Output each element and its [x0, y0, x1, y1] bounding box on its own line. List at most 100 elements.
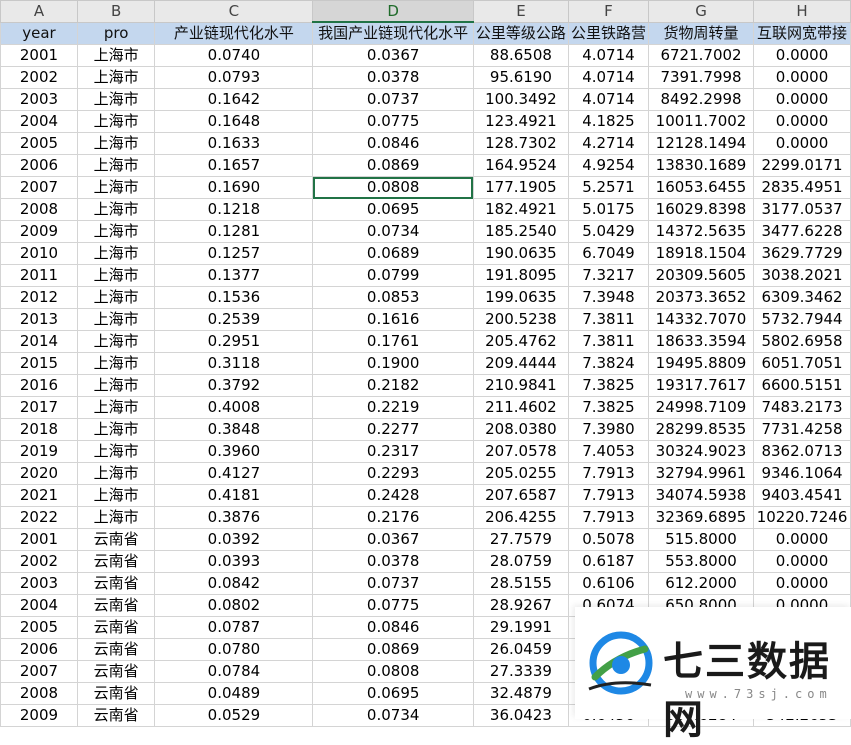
table-cell[interactable]: 2001 — [0, 528, 78, 551]
table-cell[interactable]: 0.2428 — [312, 484, 474, 507]
table-cell[interactable]: 2003 — [0, 88, 78, 111]
table-cell[interactable]: 0.0853 — [312, 286, 474, 309]
table-cell[interactable]: 上海市 — [76, 396, 156, 419]
table-cell[interactable]: 207.0578 — [472, 440, 569, 463]
table-cell[interactable]: 2022 — [0, 506, 78, 529]
table-cell[interactable]: 云南省 — [76, 682, 156, 705]
table-cell[interactable]: 19495.8809 — [647, 352, 755, 375]
field-header-cell[interactable]: 互联网宽带接 — [753, 21, 851, 45]
table-cell[interactable]: 上海市 — [76, 220, 156, 243]
table-cell[interactable]: 18633.3594 — [647, 330, 755, 353]
table-cell[interactable]: 0.0787 — [154, 616, 314, 639]
table-cell[interactable]: 5802.6958 — [753, 330, 851, 353]
table-cell[interactable]: 7.3811 — [567, 308, 649, 331]
table-cell[interactable]: 0.1642 — [154, 88, 314, 111]
table-cell[interactable]: 上海市 — [76, 418, 156, 441]
table-cell[interactable]: 0.0808 — [312, 176, 474, 199]
table-cell[interactable]: 4.0714 — [567, 44, 649, 67]
table-cell[interactable]: 0.0000 — [753, 44, 851, 67]
table-cell[interactable]: 0.1257 — [154, 242, 314, 265]
table-cell[interactable]: 0.0000 — [753, 110, 851, 133]
table-cell[interactable]: 0.4127 — [154, 462, 314, 485]
table-cell[interactable]: 0.0737 — [312, 88, 474, 111]
table-cell[interactable]: 7.3825 — [567, 374, 649, 397]
table-cell[interactable]: 上海市 — [76, 132, 156, 155]
table-cell[interactable]: 2016 — [0, 374, 78, 397]
table-cell[interactable]: 7.3980 — [567, 418, 649, 441]
table-cell[interactable]: 9403.4541 — [753, 484, 851, 507]
table-cell[interactable]: 2021 — [0, 484, 78, 507]
table-cell[interactable]: 6721.7002 — [647, 44, 755, 67]
table-cell[interactable]: 0.0775 — [312, 110, 474, 133]
table-cell[interactable]: 2015 — [0, 352, 78, 375]
table-cell[interactable]: 云南省 — [76, 594, 156, 617]
table-cell[interactable]: 0.0367 — [312, 528, 474, 551]
table-cell[interactable]: 18918.1504 — [647, 242, 755, 265]
column-header-g[interactable]: G — [647, 0, 755, 23]
table-cell[interactable]: 上海市 — [76, 484, 156, 507]
table-cell[interactable]: 0.1690 — [154, 176, 314, 199]
table-cell[interactable]: 19317.7617 — [647, 374, 755, 397]
table-cell[interactable]: 0.1657 — [154, 154, 314, 177]
table-cell[interactable]: 7.3825 — [567, 396, 649, 419]
table-cell[interactable]: 6.7049 — [567, 242, 649, 265]
table-cell[interactable]: 210.9841 — [472, 374, 569, 397]
column-header-f[interactable]: F — [567, 0, 649, 23]
table-cell[interactable]: 0.3960 — [154, 440, 314, 463]
table-cell[interactable]: 7.3217 — [567, 264, 649, 287]
table-cell[interactable]: 上海市 — [76, 242, 156, 265]
table-cell[interactable]: 0.1761 — [312, 330, 474, 353]
table-cell[interactable]: 2011 — [0, 264, 78, 287]
table-cell[interactable]: 上海市 — [76, 506, 156, 529]
table-cell[interactable]: 0.1648 — [154, 110, 314, 133]
table-cell[interactable]: 0.0000 — [753, 88, 851, 111]
table-cell[interactable]: 2835.4951 — [753, 176, 851, 199]
table-cell[interactable]: 0.3792 — [154, 374, 314, 397]
table-cell[interactable]: 6309.3462 — [753, 286, 851, 309]
table-cell[interactable]: 13830.1689 — [647, 154, 755, 177]
table-cell[interactable]: 上海市 — [76, 176, 156, 199]
table-cell[interactable]: 8492.2998 — [647, 88, 755, 111]
table-cell[interactable]: 0.4181 — [154, 484, 314, 507]
table-cell[interactable]: 0.3118 — [154, 352, 314, 375]
table-cell[interactable]: 上海市 — [76, 66, 156, 89]
table-cell[interactable]: 200.5238 — [472, 308, 569, 331]
table-cell[interactable]: 上海市 — [76, 462, 156, 485]
table-cell[interactable]: 2299.0171 — [753, 154, 851, 177]
table-cell[interactable]: 10011.7002 — [647, 110, 755, 133]
table-cell[interactable]: 14372.5635 — [647, 220, 755, 243]
table-cell[interactable]: 云南省 — [76, 528, 156, 551]
table-cell[interactable]: 7.4053 — [567, 440, 649, 463]
table-cell[interactable]: 2004 — [0, 110, 78, 133]
table-cell[interactable]: 0.0529 — [154, 704, 314, 727]
table-cell[interactable]: 0.1377 — [154, 264, 314, 287]
table-cell[interactable]: 2002 — [0, 550, 78, 573]
table-cell[interactable]: 16053.6455 — [647, 176, 755, 199]
column-header-e[interactable]: E — [472, 0, 569, 23]
table-cell[interactable]: 24998.7109 — [647, 396, 755, 419]
table-cell[interactable]: 199.0635 — [472, 286, 569, 309]
table-cell[interactable]: 206.4255 — [472, 506, 569, 529]
table-cell[interactable]: 128.7302 — [472, 132, 569, 155]
table-cell[interactable]: 云南省 — [76, 550, 156, 573]
table-cell[interactable]: 2007 — [0, 660, 78, 683]
table-cell[interactable]: 2020 — [0, 462, 78, 485]
table-cell[interactable]: 4.0714 — [567, 66, 649, 89]
table-cell[interactable]: 32.4879 — [472, 682, 569, 705]
table-cell[interactable]: 2012 — [0, 286, 78, 309]
table-cell[interactable]: 0.1281 — [154, 220, 314, 243]
table-cell[interactable]: 0.0808 — [312, 660, 474, 683]
table-cell[interactable]: 0.0775 — [312, 594, 474, 617]
table-cell[interactable]: 2005 — [0, 132, 78, 155]
table-cell[interactable]: 2003 — [0, 572, 78, 595]
table-cell[interactable]: 4.1825 — [567, 110, 649, 133]
field-header-cell[interactable]: 公里铁路营 — [567, 21, 649, 45]
table-cell[interactable]: 上海市 — [76, 440, 156, 463]
table-cell[interactable]: 0.0740 — [154, 44, 314, 67]
table-cell[interactable]: 0.2176 — [312, 506, 474, 529]
table-cell[interactable]: 7731.4258 — [753, 418, 851, 441]
table-cell[interactable]: 上海市 — [76, 374, 156, 397]
table-cell[interactable]: 0.0869 — [312, 154, 474, 177]
table-cell[interactable]: 7483.2173 — [753, 396, 851, 419]
table-cell[interactable]: 0.0393 — [154, 550, 314, 573]
